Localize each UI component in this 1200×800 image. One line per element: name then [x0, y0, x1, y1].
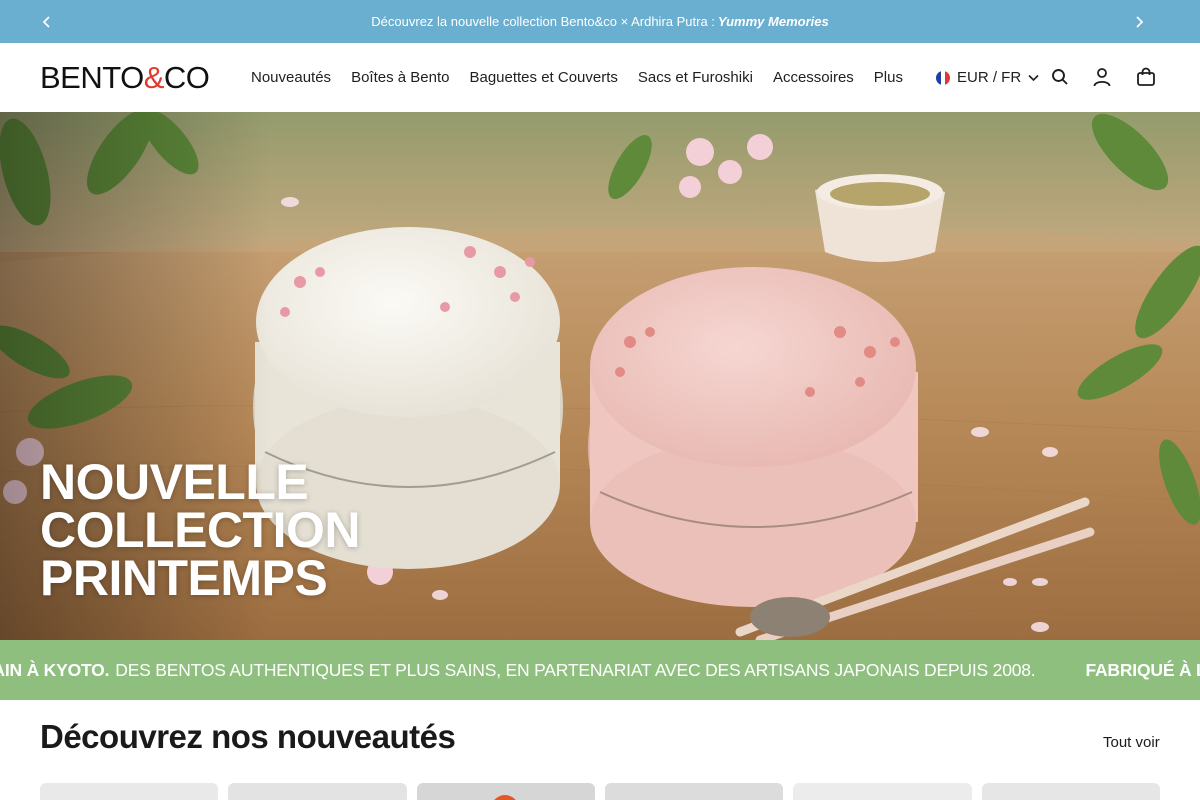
chevron-right-icon	[1135, 15, 1143, 28]
hero-banner[interactable]: NOUVELLE COLLECTION PRINTEMPS	[0, 112, 1200, 640]
announcement-highlight: Yummy Memories	[717, 14, 829, 29]
nav-item-plus[interactable]: Plus	[874, 69, 903, 86]
product-card[interactable]	[604, 783, 784, 800]
chevron-down-icon	[1028, 74, 1039, 81]
product-card[interactable]	[793, 783, 972, 800]
nav-item-baguettes-et-couverts[interactable]: Baguettes et Couverts	[469, 69, 617, 86]
nav-item-boites-a-bento[interactable]: Boîtes à Bento	[351, 69, 449, 86]
cart-button[interactable]	[1134, 65, 1158, 89]
france-flag-icon	[936, 70, 950, 85]
locale-label: EUR / FR	[957, 69, 1022, 86]
product-card[interactable]	[416, 783, 595, 800]
account-button[interactable]	[1090, 65, 1114, 89]
marquee-track: MAIN À KYOTO. DES BENTOS AUTHENTIQUES ET…	[0, 640, 1200, 700]
main-nav: Nouveautés Boîtes à Bento Baguettes et C…	[251, 43, 923, 112]
logo-text-bento: BENTO	[40, 60, 144, 95]
cart-icon	[1137, 67, 1155, 86]
product-grid	[40, 783, 1160, 800]
announcement-next-button[interactable]	[1117, 0, 1160, 43]
account-icon	[1093, 68, 1111, 87]
logo-ampersand: &	[143, 60, 165, 95]
hero-title-line-2: COLLECTION	[40, 502, 360, 558]
search-icon	[1052, 69, 1068, 85]
marquee-banner: MAIN À KYOTO. DES BENTOS AUTHENTIQUES ET…	[0, 640, 1200, 700]
see-all-link[interactable]: Tout voir	[1103, 734, 1160, 751]
announcement-message[interactable]: Découvrez la nouvelle collection Bento&c…	[0, 0, 1200, 43]
site-logo[interactable]: BENTO&CO	[40, 60, 210, 95]
search-button[interactable]	[1048, 65, 1072, 89]
locale-selector[interactable]: EUR / FR	[936, 43, 1039, 112]
marquee-bold-1: MAIN À KYOTO.	[0, 659, 110, 680]
hero-title-line-1: NOUVELLE	[40, 454, 309, 510]
announcement-text: Découvrez la nouvelle collection Bento&c…	[371, 14, 715, 29]
product-card[interactable]	[40, 783, 219, 800]
hero-title: NOUVELLE COLLECTION PRINTEMPS	[40, 454, 360, 606]
marquee-text-1: DES BENTOS AUTHENTIQUES ET PLUS SAINS, E…	[115, 659, 1036, 680]
nav-item-nouveautes[interactable]: Nouveautés	[251, 69, 331, 86]
logo-text-co: CO	[163, 60, 210, 95]
product-card[interactable]	[981, 783, 1160, 800]
site-header: BENTO&CO Nouveautés Boîtes à Bento Bague…	[0, 43, 1200, 112]
product-card[interactable]	[228, 783, 407, 800]
nav-item-accessoires[interactable]: Accessoires	[773, 69, 854, 86]
marquee-bold-2: FABRIQUÉ À LA MAIN À KYOTO.	[1085, 659, 1200, 680]
new-arrivals-title: Découvrez nos nouveautés	[40, 718, 456, 755]
hero-title-line-3: PRINTEMPS	[40, 550, 328, 606]
announcement-bar: Découvrez la nouvelle collection Bento&c…	[0, 0, 1200, 43]
nav-item-sacs-et-furoshiki[interactable]: Sacs et Furoshiki	[638, 69, 753, 86]
